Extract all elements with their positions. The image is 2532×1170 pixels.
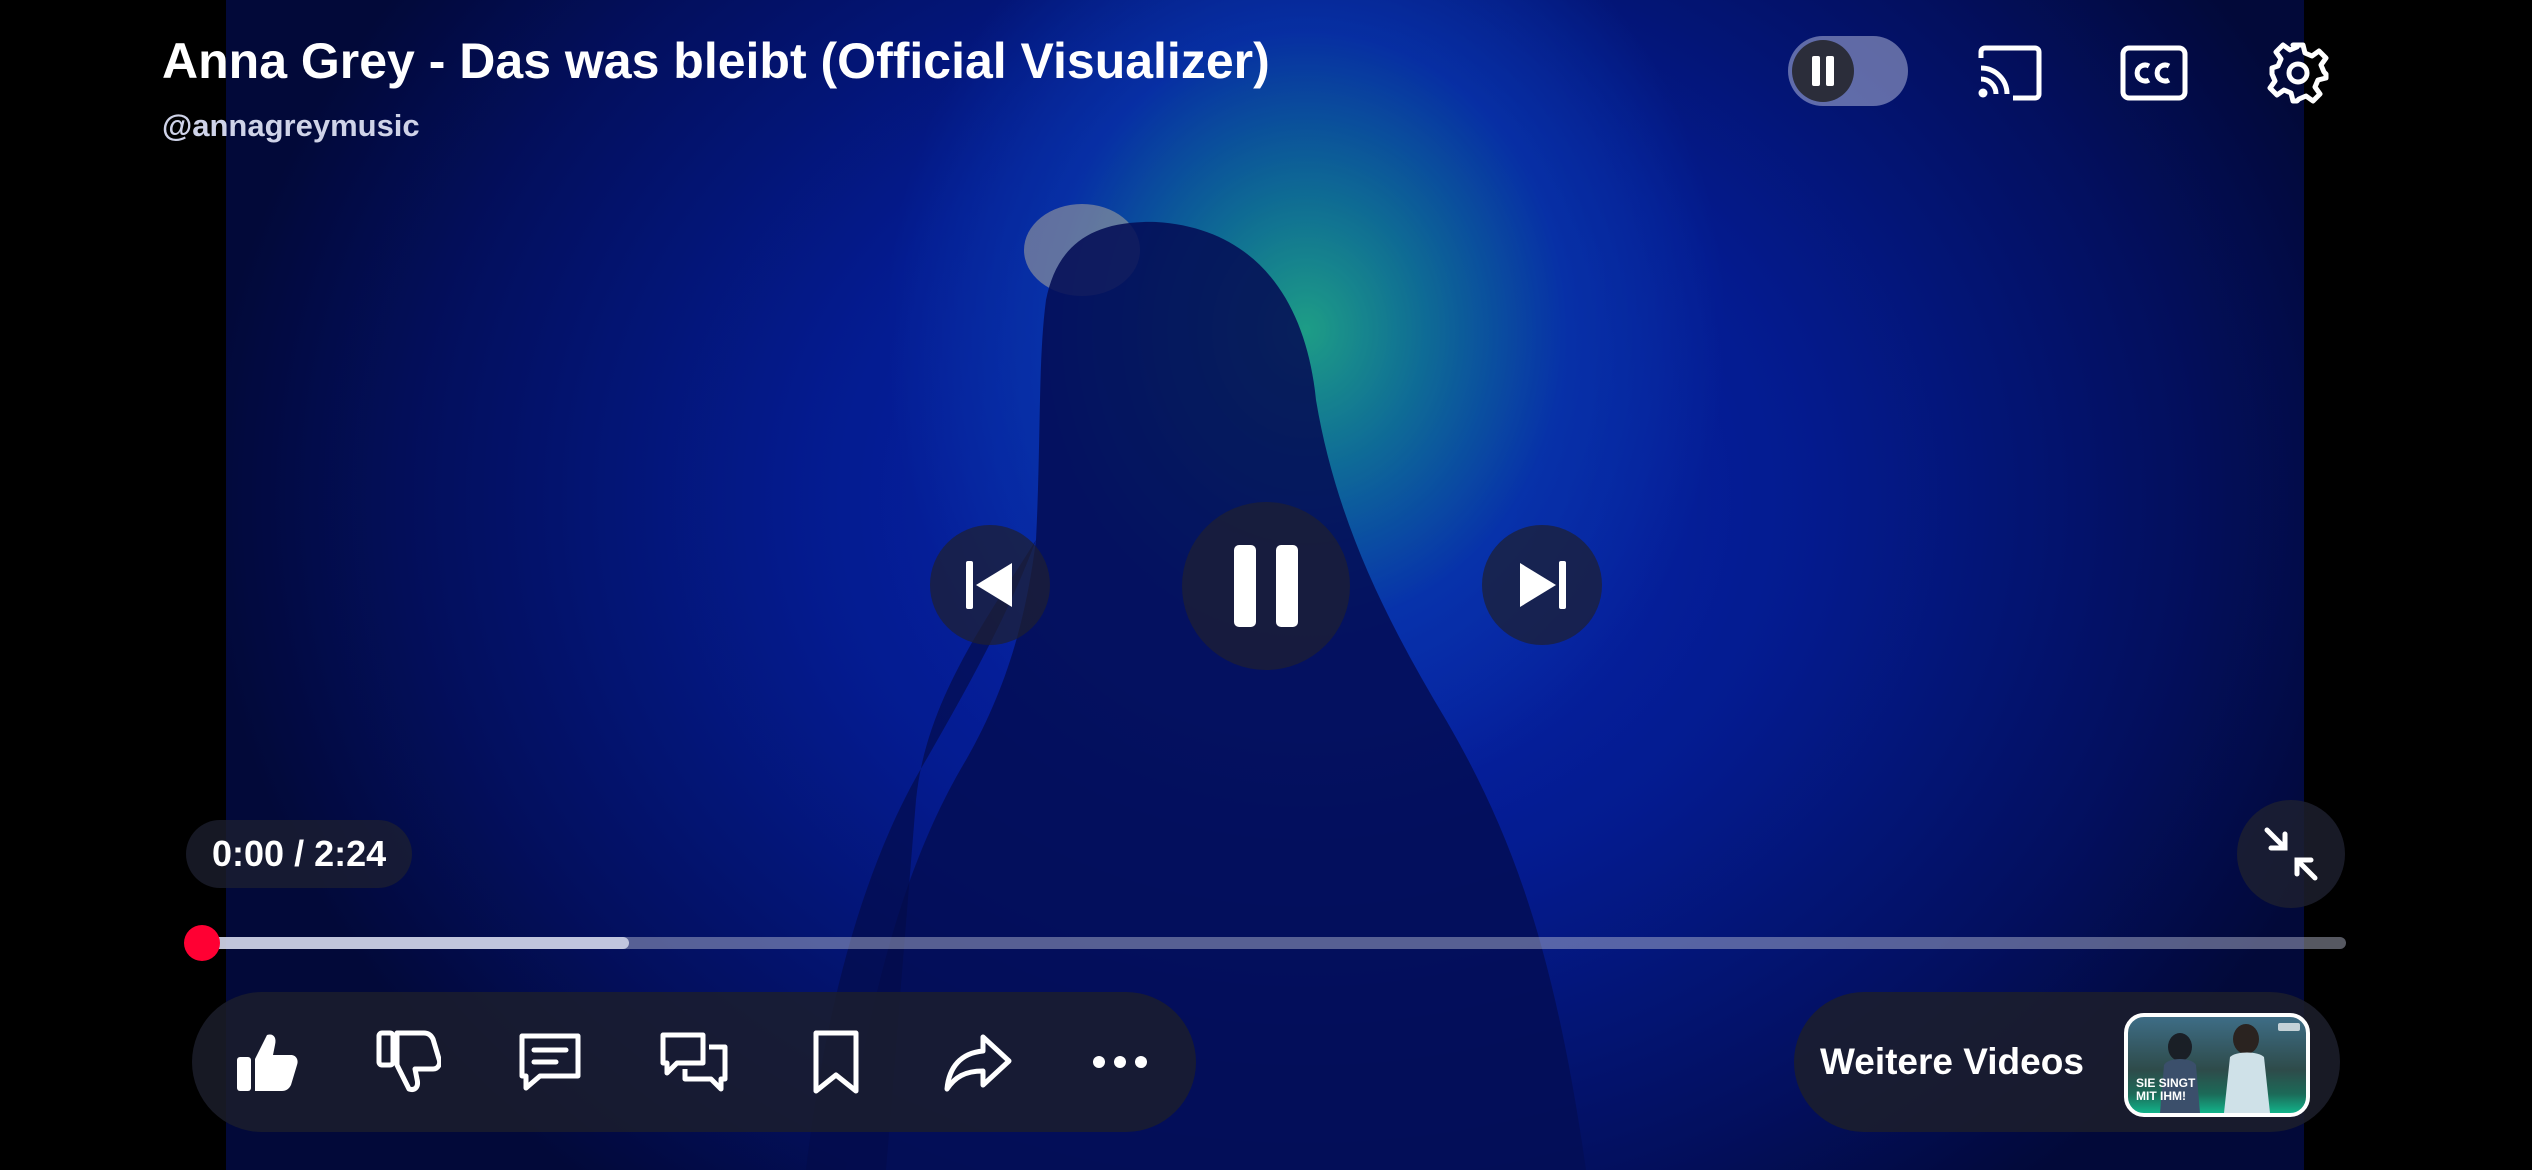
duration: 2:24 xyxy=(314,833,387,874)
thumbnail-caption: SIE SINGT MIT IHM! xyxy=(2136,1076,2196,1103)
video-title: Anna Grey - Das was bleibt (Official Vis… xyxy=(162,33,1270,89)
more-icon xyxy=(1093,1056,1147,1068)
gear-icon xyxy=(2267,42,2329,104)
like-button[interactable] xyxy=(224,1020,308,1104)
dislike-icon xyxy=(376,1030,441,1092)
more-options-button[interactable] xyxy=(1078,1020,1162,1104)
previous-icon xyxy=(966,561,1012,609)
captions-button[interactable] xyxy=(2117,36,2191,110)
save-button[interactable] xyxy=(794,1020,878,1104)
pause-icon xyxy=(1812,56,1834,86)
live-chat-button[interactable] xyxy=(652,1020,736,1104)
share-button[interactable] xyxy=(936,1020,1020,1104)
video-player[interactable]: Anna Grey - Das was bleibt (Official Vis… xyxy=(0,0,2532,1170)
settings-button[interactable] xyxy=(2261,36,2335,110)
comment-icon xyxy=(519,1033,581,1091)
more-videos-button[interactable]: Weitere Videos SIE SINGT MIT IHM! xyxy=(1794,992,2340,1132)
pause-icon xyxy=(1234,545,1298,627)
autoplay-knob xyxy=(1792,40,1854,102)
comments-button[interactable] xyxy=(508,1020,592,1104)
cast-button[interactable] xyxy=(1973,36,2047,110)
next-button[interactable] xyxy=(1482,525,1602,645)
buffered-progress xyxy=(200,937,630,949)
exit-fullscreen-icon xyxy=(2264,827,2318,881)
dislike-button[interactable] xyxy=(366,1020,450,1104)
previous-button[interactable] xyxy=(930,525,1050,645)
exit-fullscreen-button[interactable] xyxy=(2237,800,2345,908)
progress-scrubber[interactable] xyxy=(184,925,220,961)
like-icon xyxy=(237,1034,298,1091)
play-pause-button[interactable] xyxy=(1182,502,1350,670)
action-bar xyxy=(192,992,1196,1132)
progress-bar[interactable] xyxy=(200,937,2346,949)
current-time: 0:00 xyxy=(212,833,285,874)
share-icon xyxy=(944,1034,1012,1092)
autoplay-toggle[interactable] xyxy=(1788,36,1908,106)
live-chat-icon xyxy=(660,1032,728,1092)
more-videos-label: Weitere Videos xyxy=(1820,1041,2084,1082)
save-icon xyxy=(813,1030,859,1094)
channel-handle[interactable]: @annagreymusic xyxy=(162,108,420,144)
cc-icon xyxy=(2120,45,2188,101)
time-separator: / xyxy=(284,833,315,874)
next-icon xyxy=(1520,561,1566,609)
more-videos-thumbnail: SIE SINGT MIT IHM! xyxy=(2124,1013,2310,1117)
cast-icon xyxy=(1978,45,2042,101)
time-display[interactable]: 0:00 / 2:24 xyxy=(186,820,413,888)
